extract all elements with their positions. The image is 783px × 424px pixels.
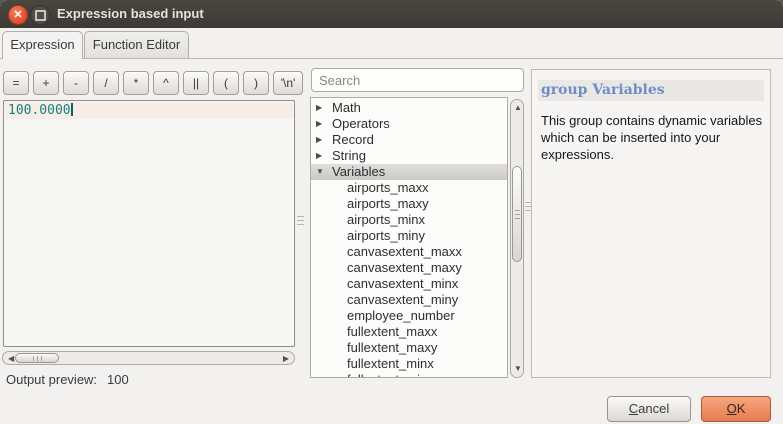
- operator-button-divide[interactable]: /: [93, 71, 119, 95]
- operator-button-multiply[interactable]: *: [123, 71, 149, 95]
- tree-item-label: fullextent_miny: [311, 372, 434, 378]
- close-icon: ✕: [13, 10, 22, 21]
- tree-item-fullextent_maxx[interactable]: fullextent_maxx: [311, 324, 507, 340]
- help-panel: group Variables This group contains dyna…: [531, 69, 771, 378]
- chevron-collapsed-icon[interactable]: ▶: [316, 116, 322, 132]
- tree-group-operators[interactable]: ▶Operators: [311, 116, 507, 132]
- tree-item-canvasextent_maxy[interactable]: canvasextent_maxy: [311, 260, 507, 276]
- ok-button[interactable]: OK: [701, 396, 771, 422]
- splitter-handle-left[interactable]: [297, 216, 304, 227]
- thumb-grip: [515, 210, 520, 219]
- tree-item-label: fullextent_maxx: [311, 324, 437, 339]
- tree-item-fullextent_minx[interactable]: fullextent_minx: [311, 356, 507, 372]
- tree-item-airports_maxy[interactable]: airports_maxy: [311, 196, 507, 212]
- tree-group-label: Operators: [311, 116, 390, 131]
- operator-button-equals[interactable]: =: [3, 71, 29, 95]
- operator-button-newline[interactable]: '\n': [273, 71, 303, 95]
- search-input[interactable]: [311, 68, 524, 92]
- tree-item-canvasextent_miny[interactable]: canvasextent_miny: [311, 292, 507, 308]
- expression-text: 100.0000: [8, 103, 71, 118]
- tree-vscrollbar[interactable]: ▲ ▼: [510, 99, 524, 378]
- scroll-up-icon[interactable]: ▲: [514, 104, 522, 112]
- tree-group-record[interactable]: ▶Record: [311, 132, 507, 148]
- tree-item-employee_number[interactable]: employee_number: [311, 308, 507, 324]
- tree-item-airports_minx[interactable]: airports_minx: [311, 212, 507, 228]
- tree-item-label: canvasextent_miny: [311, 292, 458, 307]
- chevron-collapsed-icon[interactable]: ▶: [316, 148, 322, 164]
- tab-expression[interactable]: Expression: [2, 31, 83, 59]
- scroll-down-icon[interactable]: ▼: [514, 365, 522, 373]
- tree-item-canvasextent_maxx[interactable]: canvasextent_maxx: [311, 244, 507, 260]
- help-title: group Variables: [538, 80, 764, 101]
- titlebar[interactable]: ✕ Expression based input: [0, 0, 783, 28]
- help-body: This group contains dynamic variables wh…: [541, 112, 763, 163]
- tree-group-string[interactable]: ▶String: [311, 148, 507, 164]
- tree-item-label: airports_maxx: [311, 180, 429, 195]
- current-line: 100.0000: [5, 102, 293, 119]
- tree-item-label: canvasextent_maxy: [311, 260, 462, 275]
- chevron-collapsed-icon[interactable]: ▶: [316, 100, 322, 116]
- tab-function-editor[interactable]: Function Editor: [84, 31, 189, 58]
- tree-group-math[interactable]: ▶Math: [311, 100, 507, 116]
- operator-button-close-paren[interactable]: ): [243, 71, 269, 95]
- tab-pane-border: [0, 58, 783, 59]
- operator-button-plus[interactable]: +: [33, 71, 59, 95]
- window-title: Expression based input: [57, 0, 204, 28]
- thumb-grip: [33, 356, 42, 361]
- hscrollbar-thumb[interactable]: [15, 353, 59, 363]
- tree-item-label: canvasextent_maxx: [311, 244, 462, 259]
- editor-hscrollbar[interactable]: ◀ ▶: [2, 351, 295, 365]
- tree-group-variables[interactable]: ▼Variables: [311, 164, 507, 180]
- maximize-icon: [35, 10, 46, 21]
- tree-item-airports_maxx[interactable]: airports_maxx: [311, 180, 507, 196]
- chevron-collapsed-icon[interactable]: ▶: [316, 132, 322, 148]
- output-preview-value: 100: [107, 372, 129, 387]
- tree-item-label: fullextent_minx: [311, 356, 434, 371]
- tree-item-label: airports_miny: [311, 228, 425, 243]
- scroll-right-icon[interactable]: ▶: [283, 355, 289, 363]
- tree-item-label: fullextent_maxy: [311, 340, 437, 355]
- operator-button-open-paren[interactable]: (: [213, 71, 239, 95]
- maximize-button[interactable]: [30, 5, 50, 25]
- tree-item-fullextent_miny[interactable]: fullextent_miny: [311, 372, 507, 378]
- tree-item-airports_miny[interactable]: airports_miny: [311, 228, 507, 244]
- tree-item-label: airports_maxy: [311, 196, 429, 211]
- operator-button-concat[interactable]: ||: [183, 71, 209, 95]
- tree-item-label: airports_minx: [311, 212, 425, 227]
- function-tree[interactable]: ▶Math▶Operators▶Record▶String▼Variablesa…: [310, 97, 508, 378]
- text-cursor: [71, 103, 73, 116]
- tree-item-label: employee_number: [311, 308, 455, 323]
- expression-based-input-dialog: ✕ Expression based input Expression Func…: [0, 0, 783, 424]
- tree-item-fullextent_maxy[interactable]: fullextent_maxy: [311, 340, 507, 356]
- expression-editor[interactable]: 100.0000: [3, 100, 295, 347]
- vscrollbar-thumb[interactable]: [512, 166, 522, 262]
- output-preview-label: Output preview:: [6, 372, 97, 387]
- operator-button-power[interactable]: ^: [153, 71, 179, 95]
- operator-button-minus[interactable]: -: [63, 71, 89, 95]
- tree-item-canvasextent_minx[interactable]: canvasextent_minx: [311, 276, 507, 292]
- tree-item-label: canvasextent_minx: [311, 276, 458, 291]
- cancel-button[interactable]: Cancel: [607, 396, 691, 422]
- close-button[interactable]: ✕: [8, 5, 28, 25]
- scroll-left-icon[interactable]: ◀: [8, 355, 14, 363]
- chevron-expanded-icon[interactable]: ▼: [316, 164, 324, 180]
